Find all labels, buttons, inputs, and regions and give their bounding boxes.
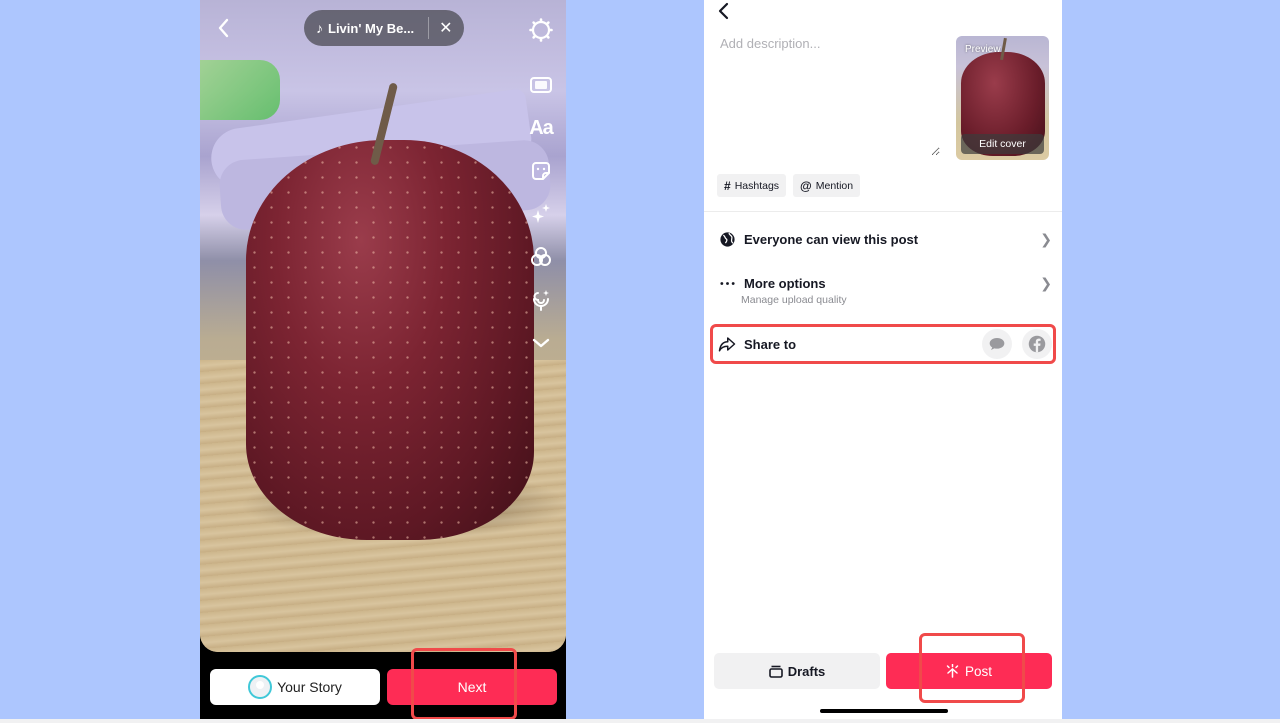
video-preview[interactable] <box>200 0 566 652</box>
stickers-button[interactable] <box>526 157 556 185</box>
facebook-icon <box>1028 335 1046 353</box>
chevron-right-icon: ❯ <box>1040 230 1052 247</box>
more-options-row[interactable]: More options ❯ <box>718 273 1052 293</box>
back-button[interactable] <box>212 14 236 42</box>
avatar <box>248 675 273 699</box>
gear-icon <box>529 18 553 42</box>
description-chips: # Hashtags @ Mention <box>717 174 861 197</box>
privacy-label: Everyone can view this post <box>744 231 919 247</box>
mention-label: Mention <box>815 179 854 192</box>
divider <box>428 17 430 39</box>
hashtags-label: Hashtags <box>734 179 780 192</box>
voice-effects-button[interactable] <box>526 286 556 314</box>
chevron-left-icon <box>718 2 729 20</box>
next-button[interactable]: Next <box>387 669 557 705</box>
back-button[interactable] <box>714 0 734 28</box>
share-facebook-button[interactable] <box>1022 329 1052 359</box>
message-icon <box>989 338 1005 350</box>
post-icon <box>946 664 959 678</box>
more-dots-icon <box>718 274 736 292</box>
close-icon[interactable]: ✕ <box>439 18 452 38</box>
apple-image <box>246 140 534 540</box>
chevron-left-icon <box>218 18 229 38</box>
drafts-icon <box>768 665 783 678</box>
post-button[interactable]: Post <box>886 653 1052 689</box>
sound-title: Livin' My Be... <box>328 20 415 36</box>
edit-cover-button[interactable]: Edit cover <box>961 134 1044 154</box>
drafts-button[interactable]: Drafts <box>714 653 880 689</box>
cover-preview[interactable]: Preview Edit cover <box>956 36 1049 160</box>
settings-button[interactable] <box>526 16 556 44</box>
share-to-row[interactable]: Share to <box>718 329 1052 359</box>
share-targets <box>982 329 1052 359</box>
drafts-label: Drafts <box>787 663 826 679</box>
share-to-label: Share to <box>744 336 797 352</box>
crop-icon <box>530 77 552 93</box>
divider <box>704 211 1062 212</box>
bottom-strip <box>0 719 1280 723</box>
sticker-icon <box>532 162 550 180</box>
filters-icon <box>531 247 551 266</box>
globe-icon <box>718 230 736 248</box>
text-button[interactable]: Aa <box>526 114 556 142</box>
hashtag-icon: # <box>724 178 731 193</box>
preview-label: Preview <box>965 44 1001 55</box>
home-indicator <box>820 709 948 713</box>
post-screen: Preview Edit cover # Hashtags @ Mention … <box>704 0 1062 723</box>
voice-effects-icon <box>533 290 549 311</box>
editor-bottom-bar: Your Story Next <box>200 652 566 723</box>
editor-toolbar: Aa <box>526 16 556 372</box>
video-editor-screen: ♪ Livin' My Be... ✕ Aa Your Story Next <box>200 0 566 723</box>
add-sound-pill[interactable]: ♪ Livin' My Be... ✕ <box>304 10 464 46</box>
more-tools-button[interactable] <box>526 329 556 357</box>
description-input[interactable] <box>720 36 940 156</box>
your-story-button[interactable]: Your Story <box>210 669 380 705</box>
mention-chip[interactable]: @ Mention <box>793 174 861 197</box>
chevron-down-icon <box>532 338 550 348</box>
share-message-button[interactable] <box>982 329 1012 359</box>
share-icon <box>718 335 736 353</box>
at-icon: @ <box>800 178 812 193</box>
background-object <box>200 60 280 120</box>
your-story-label: Your Story <box>277 679 342 695</box>
privacy-row[interactable]: Everyone can view this post ❯ <box>718 229 1052 249</box>
music-note-icon: ♪ <box>316 20 323 36</box>
chevron-right-icon: ❯ <box>1040 274 1052 291</box>
hashtags-chip[interactable]: # Hashtags <box>717 174 787 197</box>
crop-button[interactable] <box>526 71 556 99</box>
more-options-sublabel: Manage upload quality <box>741 294 847 306</box>
filters-button[interactable] <box>526 243 556 271</box>
effects-button[interactable] <box>526 200 556 228</box>
sparkle-icon <box>532 204 550 223</box>
more-options-label: More options <box>744 275 826 291</box>
post-label: Post <box>964 663 992 679</box>
